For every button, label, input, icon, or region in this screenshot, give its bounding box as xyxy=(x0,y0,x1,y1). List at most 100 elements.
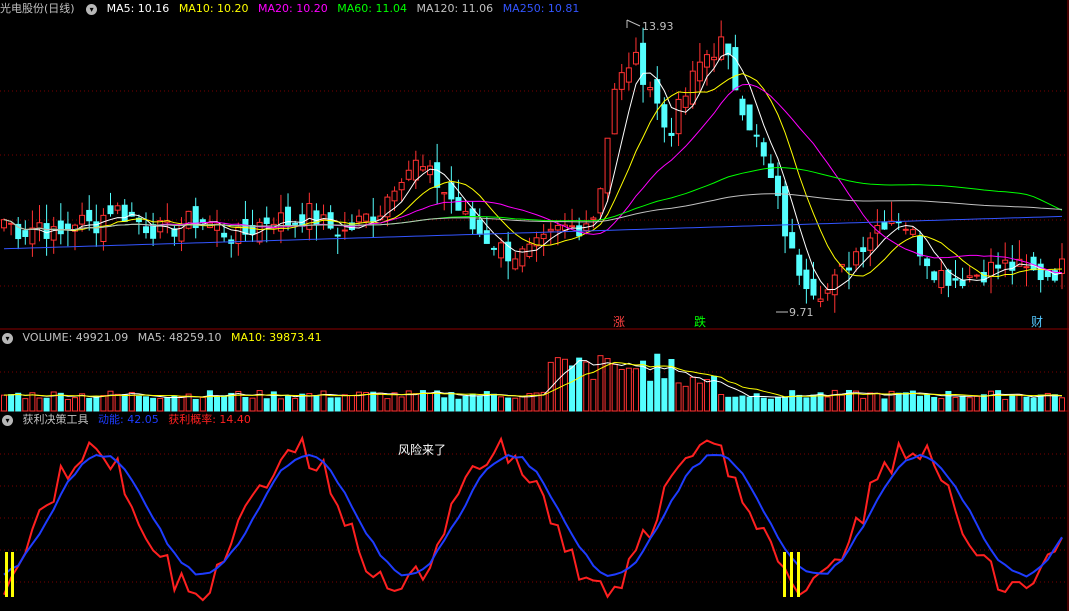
marker-finance: 财 xyxy=(1031,315,1043,329)
candle-body xyxy=(462,210,469,215)
volume-bar xyxy=(782,396,789,412)
volume-bar xyxy=(952,396,959,412)
signal-bar xyxy=(5,552,8,597)
candle-body xyxy=(547,228,554,232)
volume-bar xyxy=(327,397,334,412)
volume-bar xyxy=(391,392,398,412)
candle-body xyxy=(604,137,611,194)
candle-body xyxy=(661,104,668,128)
candle-body xyxy=(803,269,810,290)
volume-bar xyxy=(412,393,419,412)
candle-body xyxy=(334,234,341,237)
volume-bar xyxy=(206,390,213,412)
volume-bar xyxy=(987,390,994,412)
volume-bar xyxy=(43,397,50,412)
candle-body xyxy=(292,222,299,225)
candle-body xyxy=(405,169,412,180)
candle-body xyxy=(952,278,959,281)
volume-bar xyxy=(640,360,647,412)
volume-bars xyxy=(1,353,1065,412)
candle-body xyxy=(490,247,497,250)
candle-body xyxy=(831,274,838,296)
volume-bar xyxy=(583,361,590,412)
candle-body xyxy=(817,298,824,302)
volume-bar xyxy=(441,397,448,412)
volume-bar xyxy=(831,389,838,412)
volume-bar xyxy=(973,395,980,412)
volume-bar xyxy=(1016,394,1023,412)
signal-bar xyxy=(790,552,793,597)
candle-body xyxy=(455,197,462,211)
volume-bar xyxy=(135,395,142,412)
volume-bar xyxy=(902,392,909,412)
volume-bar xyxy=(72,397,79,412)
volume-bar xyxy=(554,357,561,412)
volume-bar xyxy=(810,394,817,412)
volume-bar xyxy=(93,396,100,412)
candle-body xyxy=(1044,270,1051,278)
volume-bar xyxy=(1002,398,1009,412)
volume-bar xyxy=(249,397,256,412)
volume-bar xyxy=(178,396,185,412)
volume-bar xyxy=(654,353,661,412)
volume-bar xyxy=(789,390,796,412)
volume-bar xyxy=(696,382,703,412)
candle-body xyxy=(853,251,860,266)
volume-bar xyxy=(931,396,938,412)
candle-body xyxy=(987,261,994,277)
volume-bar xyxy=(348,395,355,412)
volume-bar xyxy=(824,396,831,412)
volume-bar xyxy=(320,390,327,412)
candle-body xyxy=(114,205,121,211)
volume-bar xyxy=(285,395,292,412)
chart-canvas[interactable]: 13.93 9.71 涨 跌 财 风险来了 xyxy=(0,0,1069,611)
candle-body xyxy=(668,132,675,136)
candle-body xyxy=(263,217,270,224)
candlestick-series xyxy=(1,20,1065,313)
volume-bar xyxy=(498,396,505,412)
volume-bar xyxy=(292,397,299,412)
candle-body xyxy=(341,229,348,232)
volume-bar xyxy=(547,361,554,412)
candle-body xyxy=(540,233,547,240)
volume-bar xyxy=(448,392,455,412)
volume-bar xyxy=(1,394,7,412)
volume-bar xyxy=(774,397,781,412)
volume-bar xyxy=(569,365,576,412)
volume-bar xyxy=(916,395,923,412)
volume-bar xyxy=(590,378,597,412)
volume-bar xyxy=(718,393,725,412)
volume-bar xyxy=(838,394,845,412)
moving-average-lines xyxy=(3,52,1063,291)
candle-body xyxy=(121,204,128,222)
volume-bar xyxy=(221,395,228,412)
candle-body xyxy=(867,237,874,251)
candle-body xyxy=(384,196,391,218)
volume-bar xyxy=(895,392,902,412)
volume-bar xyxy=(512,397,519,412)
candle-body xyxy=(356,215,363,223)
candle-body xyxy=(483,230,490,244)
volume-ma-lines xyxy=(3,360,1063,399)
volume-bar xyxy=(711,375,718,412)
candle-body xyxy=(86,209,93,222)
candle-body xyxy=(909,229,916,235)
candle-body xyxy=(1002,259,1009,264)
volume-bar xyxy=(874,392,881,412)
volume-ma5-line xyxy=(3,360,1063,399)
grid xyxy=(0,0,1069,611)
candle-body xyxy=(107,205,114,215)
candle-body xyxy=(597,188,604,214)
candle-body xyxy=(391,190,398,202)
candle-body xyxy=(973,274,980,277)
candle-body xyxy=(235,226,242,244)
volume-bar xyxy=(980,394,987,412)
volume-bar xyxy=(114,393,121,412)
volume-bar xyxy=(703,378,710,412)
volume-bar xyxy=(490,393,497,412)
volume-bar xyxy=(277,398,284,412)
candle-body xyxy=(43,223,50,239)
candle-body xyxy=(1023,266,1030,269)
candle-body xyxy=(441,192,448,195)
volume-bar xyxy=(8,394,15,412)
